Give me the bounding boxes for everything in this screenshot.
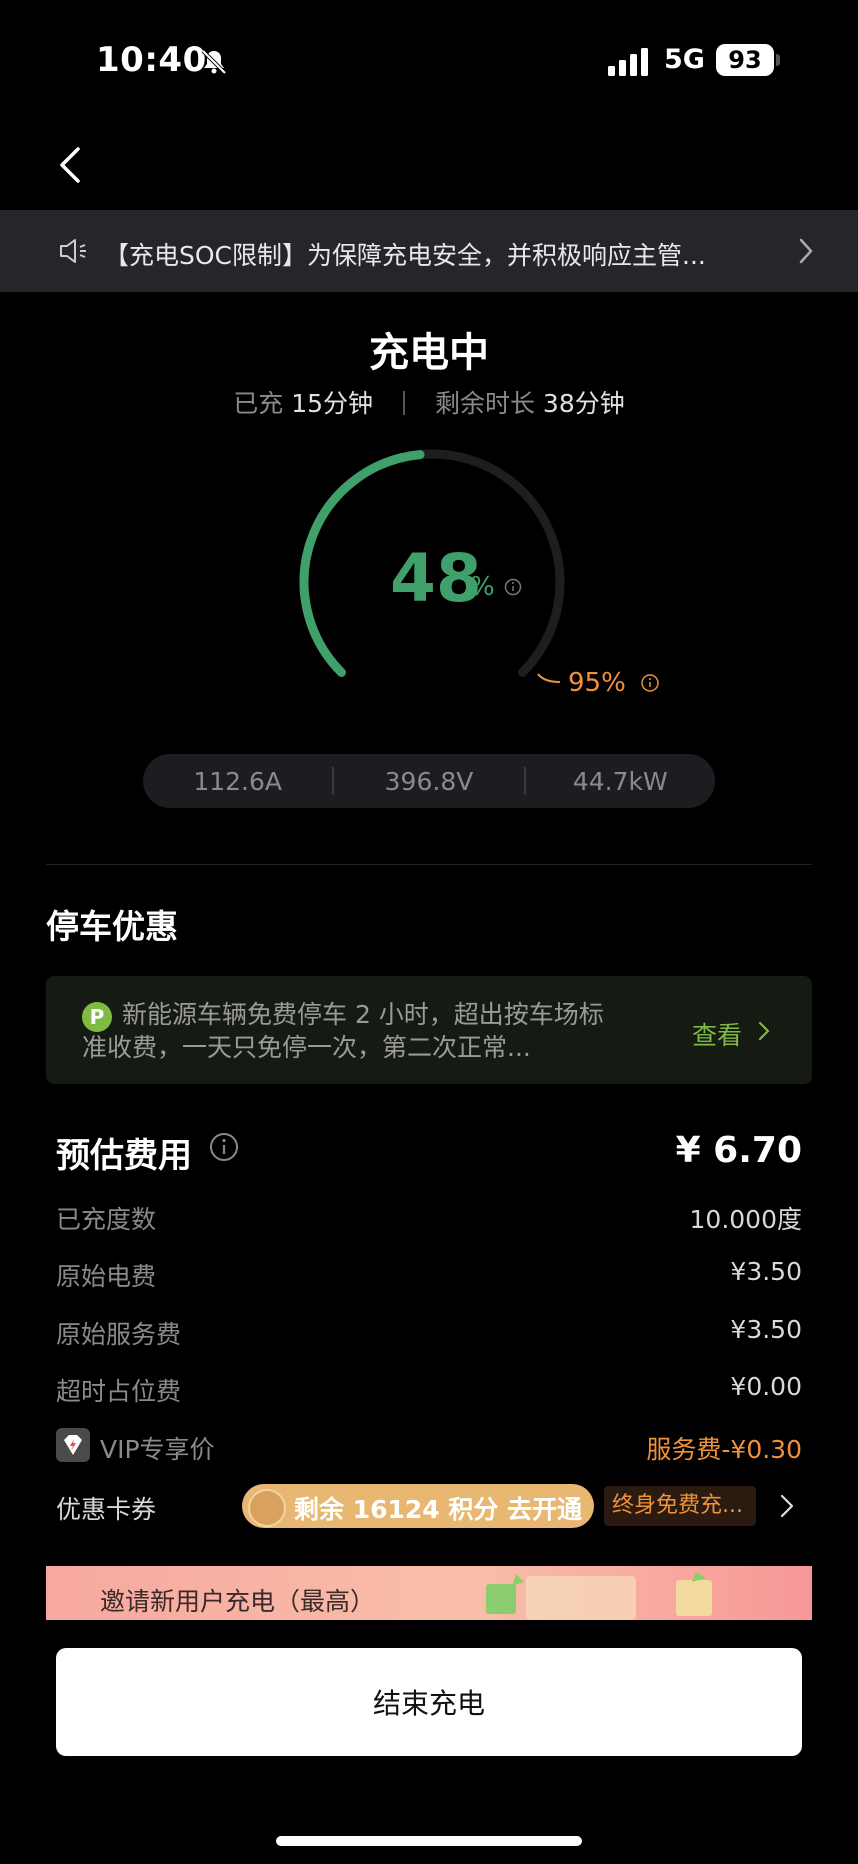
current-value: 112.6A [193, 766, 282, 796]
remaining-value: 38分钟 [542, 389, 625, 418]
soc-unit: % [470, 572, 495, 602]
vip-label: VIP专享价 [100, 1435, 215, 1464]
cost-row-value: ¥0.00 [730, 1372, 802, 1401]
section-divider [46, 864, 812, 865]
soc-value: 48 [390, 540, 482, 617]
limit-marker-icon [537, 673, 561, 683]
cellular-signal-icon [608, 48, 648, 76]
chevron-right-icon[interactable] [780, 1494, 794, 1518]
coupon-label: 优惠卡券 [56, 1495, 157, 1524]
cost-row-value: ¥3.50 [730, 1257, 802, 1286]
home-indicator[interactable] [276, 1836, 582, 1846]
chevron-right-icon[interactable] [758, 1020, 770, 1042]
battery-tip [776, 54, 780, 66]
cost-row-value: 10.000度 [689, 1205, 802, 1234]
cost-title: 预估费用 [56, 1136, 192, 1176]
duration-separator [403, 391, 405, 415]
limit-info-icon[interactable] [640, 673, 660, 693]
cost-row-label: 原始电费 [56, 1262, 157, 1291]
charging-status-title: 充电中 [369, 330, 489, 376]
cost-row-label: 已充度数 [56, 1205, 157, 1234]
invite-banner-text: 邀请新用户充电（最高） [100, 1587, 376, 1616]
back-icon[interactable] [56, 145, 84, 185]
parking-view-link[interactable]: 查看 [692, 1016, 742, 1052]
vip-value: 服务费-¥0.30 [646, 1435, 802, 1464]
soc-limit-value: 95% [568, 668, 626, 698]
info-icon[interactable] [208, 1131, 240, 1163]
cost-row-label: 超时占位费 [56, 1377, 182, 1406]
charging-metrics: 112.6A 396.8V 44.7kW [143, 754, 715, 808]
bell-muted-icon [201, 49, 227, 75]
chevron-right-icon[interactable] [797, 236, 815, 266]
power-value: 44.7kW [572, 766, 668, 796]
cost-row-value: ¥3.50 [730, 1315, 802, 1344]
charged-value: 15分钟 [291, 389, 374, 418]
cost-row-label: 原始服务费 [56, 1320, 182, 1349]
battery-level: 93 [716, 44, 774, 76]
info-icon[interactable] [504, 578, 522, 596]
coupon-points-text: 剩余 16124 积分 去开通 [294, 1495, 583, 1524]
voltage-value: 396.8V [384, 766, 474, 796]
end-charging-button[interactable]: 结束充电 [56, 1648, 802, 1756]
network-type: 5G [664, 44, 705, 75]
vip-diamond-icon [56, 1428, 90, 1462]
points-coin-icon [248, 1489, 286, 1527]
charging-duration-row: 已充 15分钟 剩余时长 38分钟 [0, 384, 858, 420]
parking-section-title: 停车优惠 [46, 907, 178, 946]
status-time: 10:40 [96, 40, 207, 80]
speaker-icon [60, 239, 86, 263]
remaining-label: 剩余时长 [434, 389, 535, 418]
cost-total: ¥ 6.70 [675, 1130, 802, 1171]
notice-text: 【充电SOC限制】为保障充电安全，并积极响应主管... [104, 241, 706, 270]
parking-description: 新能源车辆免费停车 2 小时，超出按车场标准收费，一天只免停一次，第二次正常..… [82, 1000, 604, 1062]
diamond-icon [64, 1435, 82, 1455]
coupon-tag[interactable]: 终身免费充... [604, 1486, 756, 1526]
charged-label: 已充 [233, 389, 284, 418]
